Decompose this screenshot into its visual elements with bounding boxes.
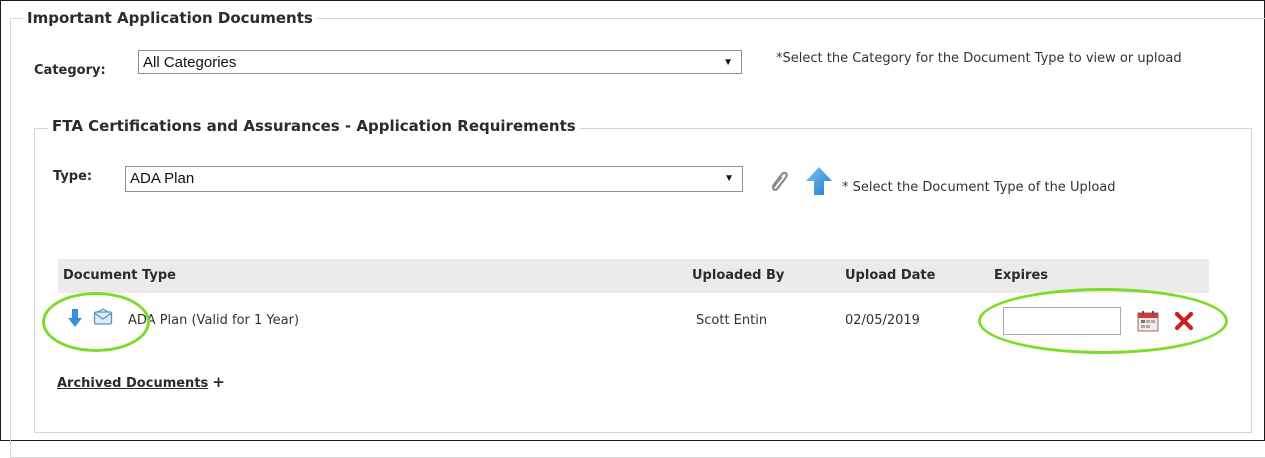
column-header-uploaded-by: Uploaded By — [692, 268, 785, 283]
chevron-down-icon: ▼ — [723, 57, 733, 68]
paperclip-icon[interactable] — [766, 168, 792, 198]
document-type-cell: ADA Plan (Valid for 1 Year) — [128, 313, 300, 328]
documents-table-header: Document Type Uploaded By Upload Date Ex… — [58, 259, 1209, 293]
delete-icon[interactable] — [1174, 311, 1194, 335]
upload-arrow-icon[interactable] — [805, 166, 833, 200]
download-arrow-icon[interactable] — [67, 308, 83, 332]
document-type-select-value: ADA Plan — [130, 170, 195, 187]
column-header-upload-date: Upload Date — [845, 268, 936, 283]
document-type-select[interactable]: ADA Plan ▼ — [125, 166, 743, 192]
column-header-document-type: Document Type — [63, 268, 176, 283]
category-hint: *Select the Category for the Document Ty… — [776, 51, 1182, 66]
category-select[interactable]: All Categories ▼ — [138, 50, 742, 74]
document-type-hint: * Select the Document Type of the Upload — [842, 180, 1116, 195]
uploaded-by-cell: Scott Entin — [696, 313, 768, 328]
expires-date-input[interactable] — [1003, 307, 1121, 335]
archived-documents: Archived Documents + — [57, 373, 225, 391]
column-header-expires: Expires — [994, 268, 1048, 283]
email-icon[interactable] — [93, 308, 113, 330]
category-select-value: All Categories — [143, 54, 237, 71]
type-label: Type: — [53, 169, 93, 184]
chevron-down-icon: ▼ — [724, 173, 734, 184]
expand-plus-icon[interactable]: + — [212, 373, 225, 391]
category-label: Category: — [34, 63, 106, 78]
archived-documents-link[interactable]: Archived Documents — [57, 376, 208, 391]
important-documents-title: Important Application Documents — [23, 8, 317, 28]
fta-certifications-title: FTA Certifications and Assurances - Appl… — [48, 115, 580, 137]
calendar-icon[interactable] — [1137, 310, 1159, 336]
upload-date-cell: 02/05/2019 — [845, 313, 920, 328]
